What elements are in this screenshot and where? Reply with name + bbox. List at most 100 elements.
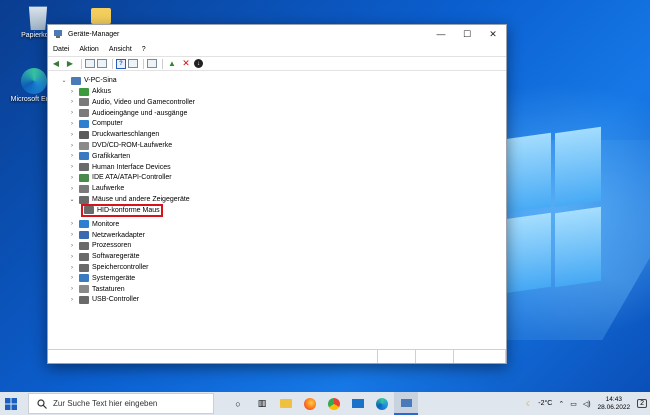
title-bar[interactable]: Geräte-Manager — ☐ ✕: [48, 25, 506, 43]
tree-item-label: DVD/CD-ROM-Laufwerke: [92, 142, 173, 149]
tree-category[interactable]: › Computer: [68, 118, 123, 129]
expand-chevron-icon[interactable]: ›: [68, 153, 76, 159]
device-manager-taskbar-icon[interactable]: [394, 392, 418, 415]
tree-category[interactable]: › Softwaregeräte: [68, 251, 139, 262]
menu-bar: Datei Aktion Ansicht ?: [48, 43, 506, 55]
clock[interactable]: 14:43 28.06.2022: [598, 396, 631, 412]
tree-category[interactable]: › Audio, Video und Gamecontroller: [68, 97, 195, 108]
notifications-icon[interactable]: 2: [637, 399, 647, 408]
expand-chevron-icon[interactable]: ›: [68, 164, 76, 170]
tree-category[interactable]: › Druckwarteschlangen: [68, 129, 159, 140]
show-hide-console-tree-icon[interactable]: [85, 59, 95, 68]
collapse-chevron-icon[interactable]: ⌄: [68, 196, 76, 203]
edge-icon: [21, 68, 47, 94]
search-icon: [37, 398, 47, 409]
hid-icon: [79, 163, 89, 172]
taskbar-search-box[interactable]: Zur Suche Text hier eingeben: [28, 393, 214, 414]
close-button[interactable]: ✕: [480, 25, 506, 43]
window-title: Geräte-Manager: [68, 30, 120, 38]
menu-datei[interactable]: Datei: [48, 46, 74, 53]
mail-icon[interactable]: [346, 392, 370, 415]
taskbar: Zur Suche Text hier eingeben ○ ▥ ☾ -2°C …: [0, 392, 650, 415]
menu-help[interactable]: ?: [137, 46, 151, 53]
clock-date: 28.06.2022: [597, 403, 631, 411]
properties-icon[interactable]: [97, 59, 107, 68]
collapse-chevron-icon[interactable]: ⌄: [60, 77, 68, 84]
expand-chevron-icon[interactable]: ›: [68, 297, 76, 303]
tree-item-label: Audio, Video und Gamecontroller: [92, 98, 195, 106]
uninstall-device-icon[interactable]: ✕: [180, 58, 192, 70]
tree-item-label: USB-Controller: [92, 296, 140, 304]
tree-item-label: Mäuse und andere Zeigegeräte: [92, 196, 190, 203]
maximize-button[interactable]: ☐: [454, 25, 480, 43]
chrome-icon[interactable]: [322, 392, 346, 415]
tree-category[interactable]: › USB-Controller: [68, 294, 139, 305]
expand-chevron-icon[interactable]: ›: [68, 221, 76, 227]
expand-chevron-icon[interactable]: ›: [68, 254, 76, 260]
task-view-icon[interactable]: ○: [226, 392, 250, 415]
chevron-up-icon[interactable]: ⌃: [558, 400, 564, 408]
expand-chevron-icon[interactable]: ›: [68, 243, 76, 249]
tree-category[interactable]: › Grafikkarten: [68, 151, 130, 162]
tree-category[interactable]: › Human Interface Devices: [68, 162, 171, 173]
expand-chevron-icon[interactable]: ›: [68, 175, 76, 181]
weather-icon[interactable]: ☾: [526, 400, 532, 408]
update-driver-icon[interactable]: ▲: [166, 58, 178, 70]
forward-arrow-icon[interactable]: ▶: [64, 58, 76, 70]
desktop-icon-folder[interactable]: [86, 4, 116, 26]
tree-category[interactable]: › Systemgeräte: [68, 273, 135, 284]
expand-chevron-icon[interactable]: ›: [68, 132, 76, 138]
expand-chevron-icon[interactable]: ›: [68, 275, 76, 281]
firefox-icon[interactable]: [298, 392, 322, 415]
menu-aktion[interactable]: Aktion: [74, 46, 103, 53]
tree-category[interactable]: › Prozessoren: [68, 240, 131, 251]
weather-temp[interactable]: -2°C: [538, 400, 552, 407]
tree-root[interactable]: ⌄ V-PC-Sina: [60, 75, 117, 86]
tree-item-label: Human Interface Devices: [92, 163, 171, 171]
expand-chevron-icon[interactable]: ›: [68, 110, 76, 116]
tree-category[interactable]: › Netzwerkadapter: [68, 230, 145, 241]
expand-chevron-icon[interactable]: ›: [68, 89, 76, 95]
tree-category[interactable]: › DVD/CD-ROM-Laufwerke: [68, 140, 172, 151]
expand-chevron-icon[interactable]: ›: [68, 286, 76, 292]
minimize-button[interactable]: —: [428, 25, 454, 43]
tree-category[interactable]: › Monitore: [68, 219, 119, 230]
software-device-icon: [79, 252, 89, 261]
search-placeholder: Zur Suche Text hier eingeben: [53, 399, 158, 408]
edge-taskbar-icon[interactable]: [370, 392, 394, 415]
controller-icon: [79, 173, 89, 182]
toolbar: ◀ ▶ ? ▲ ✕ ↓: [48, 56, 506, 71]
system-tray: ☾ -2°C ⌃ ▭ ◁) 14:43 28.06.2022 2: [523, 392, 650, 415]
expand-chevron-icon[interactable]: ›: [68, 186, 76, 192]
tree-item-label: Tastaturen: [92, 285, 125, 293]
file-explorer-icon[interactable]: [274, 392, 298, 415]
network-icon[interactable]: ▭: [570, 400, 577, 408]
computer-icon: [71, 76, 81, 85]
expand-chevron-icon[interactable]: ›: [68, 232, 76, 238]
tree-item-label: Speichercontroller: [92, 264, 149, 271]
expand-chevron-icon[interactable]: ›: [68, 99, 76, 105]
tree-item-label: Audioeingänge und -ausgänge: [92, 109, 188, 117]
tree-item-label: Akkus: [92, 88, 112, 95]
back-arrow-icon[interactable]: ◀: [50, 58, 62, 70]
help-icon[interactable]: ?: [116, 58, 126, 69]
tree-category[interactable]: › IDE ATA/ATAPI-Controller: [68, 172, 172, 183]
tree-category[interactable]: › Laufwerke: [68, 183, 124, 194]
widgets-icon[interactable]: ▥: [250, 392, 274, 415]
expand-chevron-icon[interactable]: ›: [68, 143, 76, 149]
tree-item-label: Druckwarteschlangen: [92, 131, 160, 139]
scan-hardware-icon[interactable]: [147, 59, 157, 68]
disable-device-icon[interactable]: ↓: [194, 59, 203, 68]
action-pane-icon[interactable]: [128, 59, 138, 68]
expand-chevron-icon[interactable]: ›: [68, 265, 76, 271]
tree-category[interactable]: › Tastaturen: [68, 284, 125, 295]
expand-chevron-icon[interactable]: ›: [68, 121, 76, 127]
volume-icon[interactable]: ◁): [583, 400, 591, 408]
start-button[interactable]: [0, 392, 22, 415]
windows-logo-wallpaper: [505, 126, 605, 294]
menu-ansicht[interactable]: Ansicht: [104, 46, 137, 53]
tree-category[interactable]: › Akkus: [68, 86, 111, 97]
tree-category[interactable]: › Speichercontroller: [68, 262, 148, 273]
tree-category[interactable]: › Audioeingänge und -ausgänge: [68, 108, 187, 119]
disc-drive-icon: [79, 141, 89, 150]
